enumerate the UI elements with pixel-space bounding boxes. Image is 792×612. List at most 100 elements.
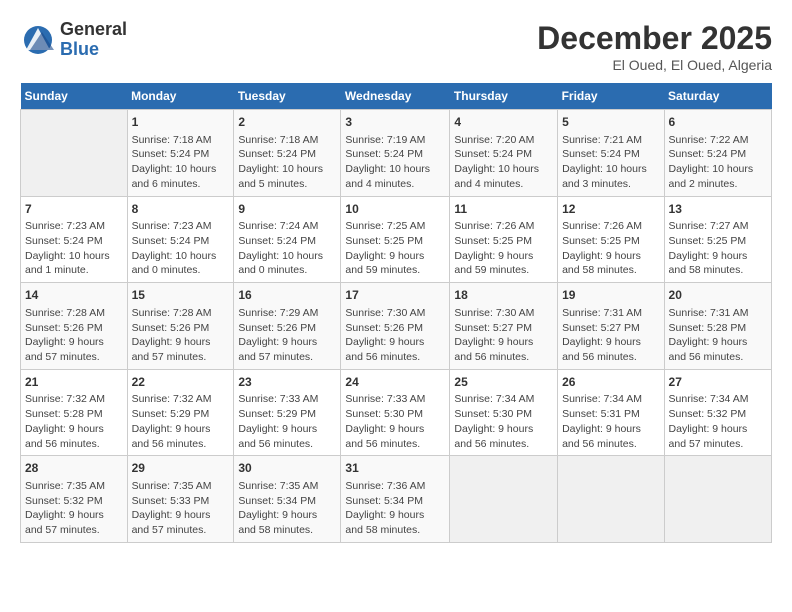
calendar-week-3: 14 Sunrise: 7:28 AM Sunset: 5:26 PM Dayli… <box>21 283 772 370</box>
calendar-cell <box>558 456 664 543</box>
cell-info: Sunrise: 7:22 AM Sunset: 5:24 PM Dayligh… <box>669 133 767 192</box>
day-number: 26 <box>562 374 659 391</box>
day-number: 31 <box>345 460 445 477</box>
cell-info: Sunrise: 7:32 AM Sunset: 5:29 PM Dayligh… <box>132 392 230 451</box>
calendar-cell: 28 Sunrise: 7:35 AM Sunset: 5:32 PM Dayli… <box>21 456 128 543</box>
location: El Oued, El Oued, Algeria <box>537 57 772 73</box>
cell-info: Sunrise: 7:18 AM Sunset: 5:24 PM Dayligh… <box>238 133 336 192</box>
cell-info: Sunrise: 7:21 AM Sunset: 5:24 PM Dayligh… <box>562 133 659 192</box>
calendar-cell: 20 Sunrise: 7:31 AM Sunset: 5:28 PM Dayli… <box>664 283 771 370</box>
calendar-cell: 4 Sunrise: 7:20 AM Sunset: 5:24 PM Daylig… <box>450 110 558 197</box>
calendar-cell: 7Sunrise: 7:23 AM Sunset: 5:24 PM Daylig… <box>21 196 128 283</box>
cell-info: Sunrise: 7:31 AM Sunset: 5:27 PM Dayligh… <box>562 306 659 365</box>
day-number: 10 <box>345 201 445 218</box>
cell-info: Sunrise: 7:36 AM Sunset: 5:34 PM Dayligh… <box>345 479 445 538</box>
calendar-cell: 21Sunrise: 7:32 AM Sunset: 5:28 PM Dayli… <box>21 369 128 456</box>
calendar-cell: 9Sunrise: 7:24 AM Sunset: 5:24 PM Daylig… <box>234 196 341 283</box>
calendar-cell: 11Sunrise: 7:26 AM Sunset: 5:25 PM Dayli… <box>450 196 558 283</box>
calendar-cell: 18Sunrise: 7:30 AM Sunset: 5:27 PM Dayli… <box>450 283 558 370</box>
calendar-cell <box>21 110 128 197</box>
cell-info: Sunrise: 7:31 AM Sunset: 5:28 PM Dayligh… <box>669 306 767 365</box>
cell-info: Sunrise: 7:23 AM Sunset: 5:24 PM Dayligh… <box>25 219 123 278</box>
weekday-header-saturday: Saturday <box>664 83 771 110</box>
day-number: 4 <box>454 114 553 131</box>
calendar-cell: 26Sunrise: 7:34 AM Sunset: 5:31 PM Dayli… <box>558 369 664 456</box>
day-number: 19 <box>562 287 659 304</box>
calendar-week-1: 1 Sunrise: 7:18 AM Sunset: 5:24 PM Daylig… <box>21 110 772 197</box>
day-number: 13 <box>669 201 767 218</box>
calendar-cell: 15Sunrise: 7:28 AM Sunset: 5:26 PM Dayli… <box>127 283 234 370</box>
weekday-header-monday: Monday <box>127 83 234 110</box>
calendar-cell: 23Sunrise: 7:33 AM Sunset: 5:29 PM Dayli… <box>234 369 341 456</box>
day-number: 27 <box>669 374 767 391</box>
calendar-cell: 17Sunrise: 7:30 AM Sunset: 5:26 PM Dayli… <box>341 283 450 370</box>
logo-line1: General <box>60 20 127 40</box>
title-block: December 2025 El Oued, El Oued, Algeria <box>537 20 772 73</box>
day-number: 29 <box>132 460 230 477</box>
cell-info: Sunrise: 7:33 AM Sunset: 5:29 PM Dayligh… <box>238 392 336 451</box>
day-number: 14 <box>25 287 123 304</box>
calendar-cell: 24Sunrise: 7:33 AM Sunset: 5:30 PM Dayli… <box>341 369 450 456</box>
calendar-week-2: 7Sunrise: 7:23 AM Sunset: 5:24 PM Daylig… <box>21 196 772 283</box>
calendar-body: 1 Sunrise: 7:18 AM Sunset: 5:24 PM Daylig… <box>21 110 772 543</box>
calendar-cell: 16Sunrise: 7:29 AM Sunset: 5:26 PM Dayli… <box>234 283 341 370</box>
calendar-cell: 30 Sunrise: 7:35 AM Sunset: 5:34 PM Dayli… <box>234 456 341 543</box>
calendar-table: SundayMondayTuesdayWednesdayThursdayFrid… <box>20 83 772 543</box>
calendar-cell: 29 Sunrise: 7:35 AM Sunset: 5:33 PM Dayli… <box>127 456 234 543</box>
cell-info: Sunrise: 7:33 AM Sunset: 5:30 PM Dayligh… <box>345 392 445 451</box>
logo-line2: Blue <box>60 40 127 60</box>
cell-info: Sunrise: 7:23 AM Sunset: 5:24 PM Dayligh… <box>132 219 230 278</box>
cell-info: Sunrise: 7:27 AM Sunset: 5:25 PM Dayligh… <box>669 219 767 278</box>
weekday-header-row: SundayMondayTuesdayWednesdayThursdayFrid… <box>21 83 772 110</box>
weekday-header-thursday: Thursday <box>450 83 558 110</box>
cell-info: Sunrise: 7:29 AM Sunset: 5:26 PM Dayligh… <box>238 306 336 365</box>
calendar-cell: 1Sunrise: 7:18 AM Sunset: 5:24 PM Daylig… <box>127 110 234 197</box>
calendar-cell: 14 Sunrise: 7:28 AM Sunset: 5:26 PM Dayli… <box>21 283 128 370</box>
weekday-header-sunday: Sunday <box>21 83 128 110</box>
calendar-cell: 10Sunrise: 7:25 AM Sunset: 5:25 PM Dayli… <box>341 196 450 283</box>
day-number: 21 <box>25 374 123 391</box>
day-number: 20 <box>669 287 767 304</box>
day-number: 2 <box>238 114 336 131</box>
calendar-cell <box>450 456 558 543</box>
calendar-cell: 22Sunrise: 7:32 AM Sunset: 5:29 PM Dayli… <box>127 369 234 456</box>
day-number: 22 <box>132 374 230 391</box>
cell-info: Sunrise: 7:35 AM Sunset: 5:32 PM Dayligh… <box>25 479 123 538</box>
day-number: 28 <box>25 460 123 477</box>
day-number: 30 <box>238 460 336 477</box>
calendar-cell: 31 Sunrise: 7:36 AM Sunset: 5:34 PM Dayli… <box>341 456 450 543</box>
day-number: 6 <box>669 114 767 131</box>
cell-info: Sunrise: 7:35 AM Sunset: 5:33 PM Dayligh… <box>132 479 230 538</box>
calendar-week-5: 28 Sunrise: 7:35 AM Sunset: 5:32 PM Dayli… <box>21 456 772 543</box>
cell-info: Sunrise: 7:24 AM Sunset: 5:24 PM Dayligh… <box>238 219 336 278</box>
cell-info: Sunrise: 7:30 AM Sunset: 5:26 PM Dayligh… <box>345 306 445 365</box>
cell-info: Sunrise: 7:28 AM Sunset: 5:26 PM Dayligh… <box>25 306 123 365</box>
weekday-header-tuesday: Tuesday <box>234 83 341 110</box>
day-number: 3 <box>345 114 445 131</box>
logo: General Blue <box>20 20 127 60</box>
day-number: 24 <box>345 374 445 391</box>
cell-info: Sunrise: 7:34 AM Sunset: 5:30 PM Dayligh… <box>454 392 553 451</box>
day-number: 7 <box>25 201 123 218</box>
cell-info: Sunrise: 7:20 AM Sunset: 5:24 PM Dayligh… <box>454 133 553 192</box>
day-number: 23 <box>238 374 336 391</box>
calendar-cell: 12Sunrise: 7:26 AM Sunset: 5:25 PM Dayli… <box>558 196 664 283</box>
cell-info: Sunrise: 7:26 AM Sunset: 5:25 PM Dayligh… <box>454 219 553 278</box>
day-number: 11 <box>454 201 553 218</box>
day-number: 9 <box>238 201 336 218</box>
cell-info: Sunrise: 7:34 AM Sunset: 5:32 PM Dayligh… <box>669 392 767 451</box>
day-number: 18 <box>454 287 553 304</box>
day-number: 1 <box>132 114 230 131</box>
weekday-header-wednesday: Wednesday <box>341 83 450 110</box>
day-number: 12 <box>562 201 659 218</box>
calendar-cell: 19 Sunrise: 7:31 AM Sunset: 5:27 PM Dayli… <box>558 283 664 370</box>
cell-info: Sunrise: 7:35 AM Sunset: 5:34 PM Dayligh… <box>238 479 336 538</box>
calendar-cell <box>664 456 771 543</box>
day-number: 25 <box>454 374 553 391</box>
cell-info: Sunrise: 7:25 AM Sunset: 5:25 PM Dayligh… <box>345 219 445 278</box>
day-number: 8 <box>132 201 230 218</box>
calendar-cell: 2 Sunrise: 7:18 AM Sunset: 5:24 PM Daylig… <box>234 110 341 197</box>
calendar-cell: 27Sunrise: 7:34 AM Sunset: 5:32 PM Dayli… <box>664 369 771 456</box>
calendar-cell: 5Sunrise: 7:21 AM Sunset: 5:24 PM Daylig… <box>558 110 664 197</box>
calendar-cell: 3Sunrise: 7:19 AM Sunset: 5:24 PM Daylig… <box>341 110 450 197</box>
